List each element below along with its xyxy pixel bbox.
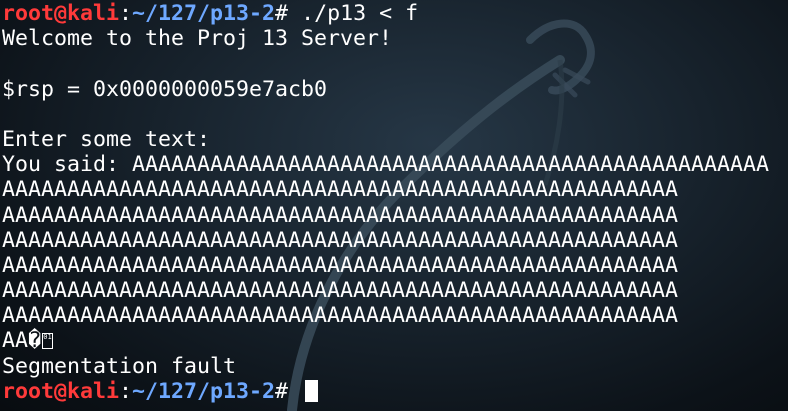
you-said-line: You said: AAAAAAAAAAAAAAAAAAAAAAAAAAAAAA…: [2, 152, 769, 177]
terminal-output: root@kali:~/127/p13-2# ./p13 < f Welcome…: [2, 1, 769, 404]
overflow-line: AAAAAAAAAAAAAAAAAAAAAAAAAAAAAAAAAAAAAAAA…: [2, 177, 679, 203]
terminal-window[interactable]: root@kali:~/127/p13-2# ./p13 < f Welcome…: [0, 0, 788, 411]
prompt-path: ~/127/p13-2: [132, 378, 276, 404]
prompt-separator: :: [119, 1, 133, 26]
overflow-line: AAAAAAAAAAAAAAAAAAAAAAAAAAAAAAAAAAAAAAAA…: [2, 202, 679, 228]
prompt-symbol: #: [275, 378, 289, 404]
overflow-line: AAAAAAAAAAAAAAAAAAAAAAAAAAAAAAAAAAAAAAAA…: [2, 227, 679, 253]
enter-text-line: Enter some text:: [2, 126, 211, 152]
prompt-path: ~/127/p13-2: [132, 1, 276, 26]
command-text: ./p13 < f: [288, 1, 419, 26]
you-said-prefix: You said:: [2, 152, 133, 178]
text-cursor: [305, 379, 319, 402]
overflow-line: AAAAAAAAAAAAAAAAAAAAAAAAAAAAAAAAAAAAAAAA…: [2, 252, 679, 278]
overflow-line: AAAAAAAAAAAAAAAAAAAAAAAAAAAAAAAAAAAAAAAA…: [2, 303, 679, 329]
you-said-text: AAAAAAAAAAAAAAAAAAAAAAAAAAAAAAAAAAAAAAAA…: [132, 152, 770, 178]
overflow-tail-text: AA: [2, 328, 29, 354]
prompt-user-host: root@kali: [2, 1, 120, 26]
prompt-line[interactable]: root@kali:~/127/p13-2#: [2, 379, 769, 404]
unprintable-byte-glyph: 01: [42, 333, 54, 350]
overflow-tail-line: AA� 01: [2, 328, 769, 353]
welcome-line: Welcome to the Proj 13 Server!: [2, 26, 393, 52]
prompt-separator: :: [119, 378, 133, 404]
rsp-line: $rsp = 0x0000000059e7acb0: [2, 76, 328, 102]
segfault-line: Segmentation fault: [2, 353, 237, 379]
overflow-line: AAAAAAAAAAAAAAAAAAAAAAAAAAAAAAAAAAAAAAAA…: [2, 278, 679, 304]
prompt-user-host: root@kali: [2, 378, 120, 404]
replacement-glyph: �: [28, 328, 42, 354]
command-input[interactable]: [288, 379, 301, 404]
prompt-symbol: #: [275, 1, 289, 26]
prompt-line: root@kali:~/127/p13-2# ./p13 < f: [2, 1, 769, 26]
